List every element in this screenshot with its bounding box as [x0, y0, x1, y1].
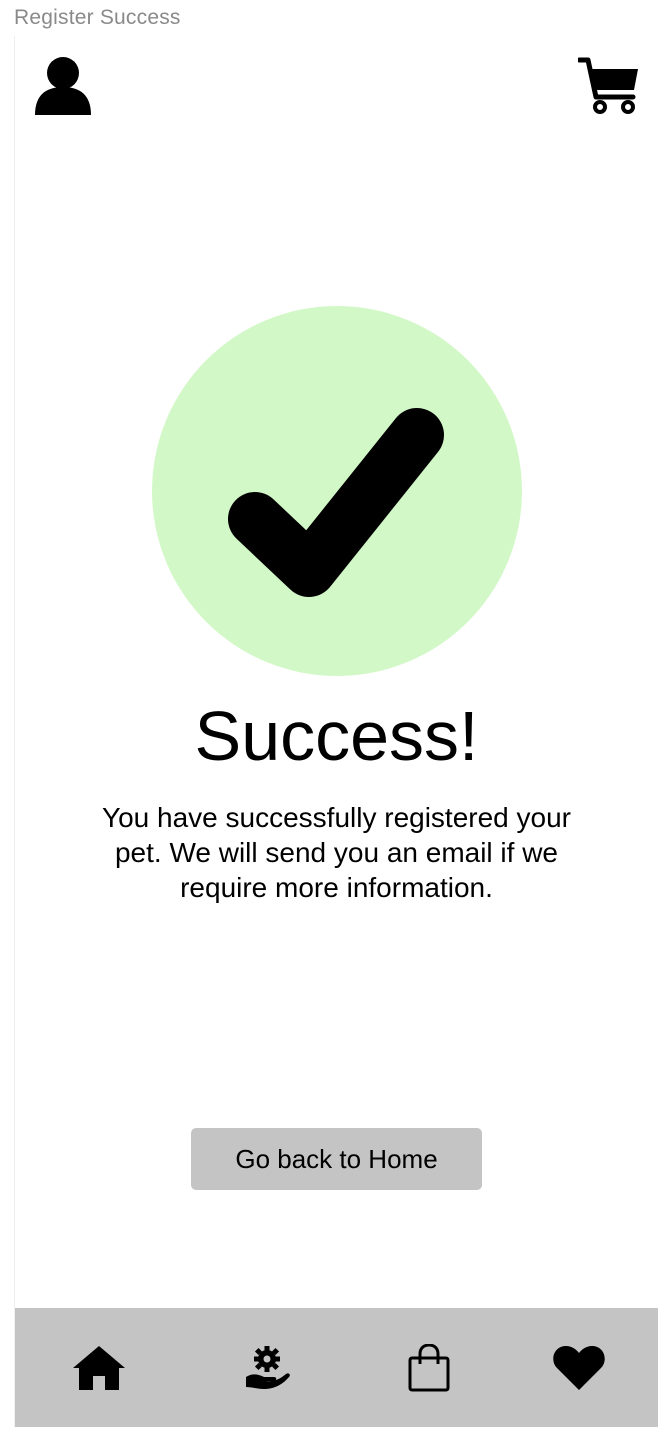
bottom-nav: [15, 1308, 658, 1427]
nav-pet-care[interactable]: [223, 1308, 311, 1427]
shopping-bag-icon: [408, 1343, 450, 1391]
heart-icon: [553, 1345, 605, 1390]
nav-favorites[interactable]: [535, 1308, 623, 1427]
register-success-screen: Success! You have successfully registere…: [14, 36, 658, 1427]
hand-gear-icon: [246, 1345, 290, 1389]
user-icon[interactable]: [34, 56, 92, 116]
cart-icon[interactable]: [578, 56, 640, 116]
go-home-button[interactable]: Go back to Home: [191, 1128, 482, 1190]
checkmark-icon: [228, 408, 444, 597]
frame-title: Register Success: [14, 6, 181, 29]
home-icon: [73, 1345, 125, 1390]
nav-shop[interactable]: [385, 1308, 473, 1427]
success-message: You have successfully registered your pe…: [102, 802, 571, 903]
success-badge: [152, 306, 522, 676]
nav-home[interactable]: [55, 1308, 143, 1427]
success-title: Success!: [194, 697, 479, 775]
